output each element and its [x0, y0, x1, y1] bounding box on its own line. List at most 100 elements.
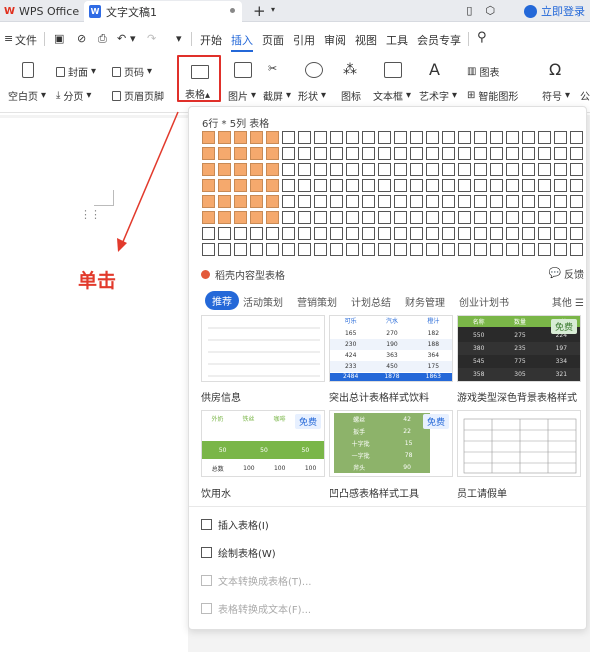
grid-cell[interactable]: [330, 163, 343, 176]
grid-cell[interactable]: [538, 227, 551, 240]
grid-cell[interactable]: [458, 131, 471, 144]
grid-cell[interactable]: [234, 243, 247, 256]
grid-cell[interactable]: [490, 195, 503, 208]
grid-cell[interactable]: [554, 211, 567, 224]
category-finance[interactable]: 财务管理: [405, 294, 445, 309]
grid-cell[interactable]: [314, 163, 327, 176]
grid-cell[interactable]: [426, 227, 439, 240]
grid-cell[interactable]: [330, 195, 343, 208]
grid-cell[interactable]: [522, 131, 535, 144]
grid-cell[interactable]: [378, 147, 391, 160]
grid-cell[interactable]: [362, 163, 375, 176]
grid-cell[interactable]: [554, 179, 567, 192]
grid-cell[interactable]: [474, 163, 487, 176]
grid-cell[interactable]: [234, 179, 247, 192]
grid-cell[interactable]: [234, 131, 247, 144]
grid-cell[interactable]: [282, 211, 295, 224]
text-to-table-item[interactable]: 文本转换成表格(T)...: [201, 573, 311, 588]
grid-cell[interactable]: [474, 227, 487, 240]
grid-cell[interactable]: [218, 163, 231, 176]
ai-table-row[interactable]: 稻壳内容型表格 💬 反馈: [201, 266, 586, 282]
grid-cell[interactable]: [314, 147, 327, 160]
grid-cell[interactable]: [426, 131, 439, 144]
grid-cell[interactable]: [218, 243, 231, 256]
grid-cell[interactable]: [426, 211, 439, 224]
grid-cell[interactable]: [522, 147, 535, 160]
grid-cell[interactable]: [330, 147, 343, 160]
grid-cell[interactable]: [250, 131, 263, 144]
category-summary[interactable]: 计划总结: [351, 294, 391, 309]
grid-cell[interactable]: [426, 195, 439, 208]
grid-cell[interactable]: [474, 195, 487, 208]
grid-cell[interactable]: [234, 211, 247, 224]
grid-cell[interactable]: [394, 147, 407, 160]
grid-cell[interactable]: [554, 195, 567, 208]
grid-cell[interactable]: [522, 227, 535, 240]
grid-cell[interactable]: [442, 195, 455, 208]
grid-cell[interactable]: [346, 179, 359, 192]
grid-cell[interactable]: [218, 179, 231, 192]
grid-cell[interactable]: [474, 243, 487, 256]
grid-cell[interactable]: [378, 211, 391, 224]
template-thumbnail[interactable]: 外奶铁丝咖啡果汁 505050 总数100100100 免费: [201, 410, 325, 477]
grid-cell[interactable]: [506, 163, 519, 176]
grid-cell[interactable]: [266, 195, 279, 208]
grid-cell[interactable]: [538, 131, 551, 144]
grid-cell[interactable]: [522, 163, 535, 176]
grid-cell[interactable]: [202, 195, 215, 208]
grid-cell[interactable]: [410, 211, 423, 224]
grid-cell[interactable]: [394, 163, 407, 176]
grid-cell[interactable]: [458, 163, 471, 176]
grid-cell[interactable]: [458, 147, 471, 160]
grid-cell[interactable]: [490, 163, 503, 176]
grid-cell[interactable]: [490, 243, 503, 256]
grid-cell[interactable]: [298, 211, 311, 224]
grid-cell[interactable]: [506, 131, 519, 144]
grid-cell[interactable]: [474, 147, 487, 160]
grid-cell[interactable]: [362, 195, 375, 208]
grid-cell[interactable]: [538, 179, 551, 192]
grid-cell[interactable]: [506, 227, 519, 240]
category-marketing[interactable]: 营销策划: [297, 294, 337, 309]
template-thumbnail[interactable]: 螺丝 42 扳手 22 十字批 15 一字批 78 斧头 90 免费: [329, 410, 453, 477]
grid-cell[interactable]: [250, 243, 263, 256]
category-startup[interactable]: 创业计划书: [459, 294, 509, 309]
grid-cell[interactable]: [346, 243, 359, 256]
grid-cell[interactable]: [202, 211, 215, 224]
grid-cell[interactable]: [458, 211, 471, 224]
grid-cell[interactable]: [490, 147, 503, 160]
grid-cell[interactable]: [330, 243, 343, 256]
grid-cell[interactable]: [330, 131, 343, 144]
grid-cell[interactable]: [362, 147, 375, 160]
grid-cell[interactable]: [330, 179, 343, 192]
grid-cell[interactable]: [378, 243, 391, 256]
grid-cell[interactable]: [362, 243, 375, 256]
grid-cell[interactable]: [394, 195, 407, 208]
grid-cell[interactable]: [570, 243, 583, 256]
grid-cell[interactable]: [362, 179, 375, 192]
grid-cell[interactable]: [554, 131, 567, 144]
grid-cell[interactable]: [522, 211, 535, 224]
grid-cell[interactable]: [282, 131, 295, 144]
grid-cell[interactable]: [266, 243, 279, 256]
grid-cell[interactable]: [346, 195, 359, 208]
grid-cell[interactable]: [554, 147, 567, 160]
grid-cell[interactable]: [314, 211, 327, 224]
grid-cell[interactable]: [314, 179, 327, 192]
grid-cell[interactable]: [410, 147, 423, 160]
grid-cell[interactable]: [234, 227, 247, 240]
grid-cell[interactable]: [570, 211, 583, 224]
grid-cell[interactable]: [490, 227, 503, 240]
grid-cell[interactable]: [234, 147, 247, 160]
draw-table-item[interactable]: 绘制表格(W): [201, 545, 276, 560]
grid-cell[interactable]: [314, 195, 327, 208]
grid-cell[interactable]: [298, 131, 311, 144]
grid-cell[interactable]: [490, 131, 503, 144]
grid-cell[interactable]: [426, 163, 439, 176]
grid-cell[interactable]: [442, 163, 455, 176]
grid-cell[interactable]: [538, 243, 551, 256]
template-thumbnail[interactable]: [457, 410, 581, 477]
grid-cell[interactable]: [298, 147, 311, 160]
grid-cell[interactable]: [538, 195, 551, 208]
grid-cell[interactable]: [298, 179, 311, 192]
